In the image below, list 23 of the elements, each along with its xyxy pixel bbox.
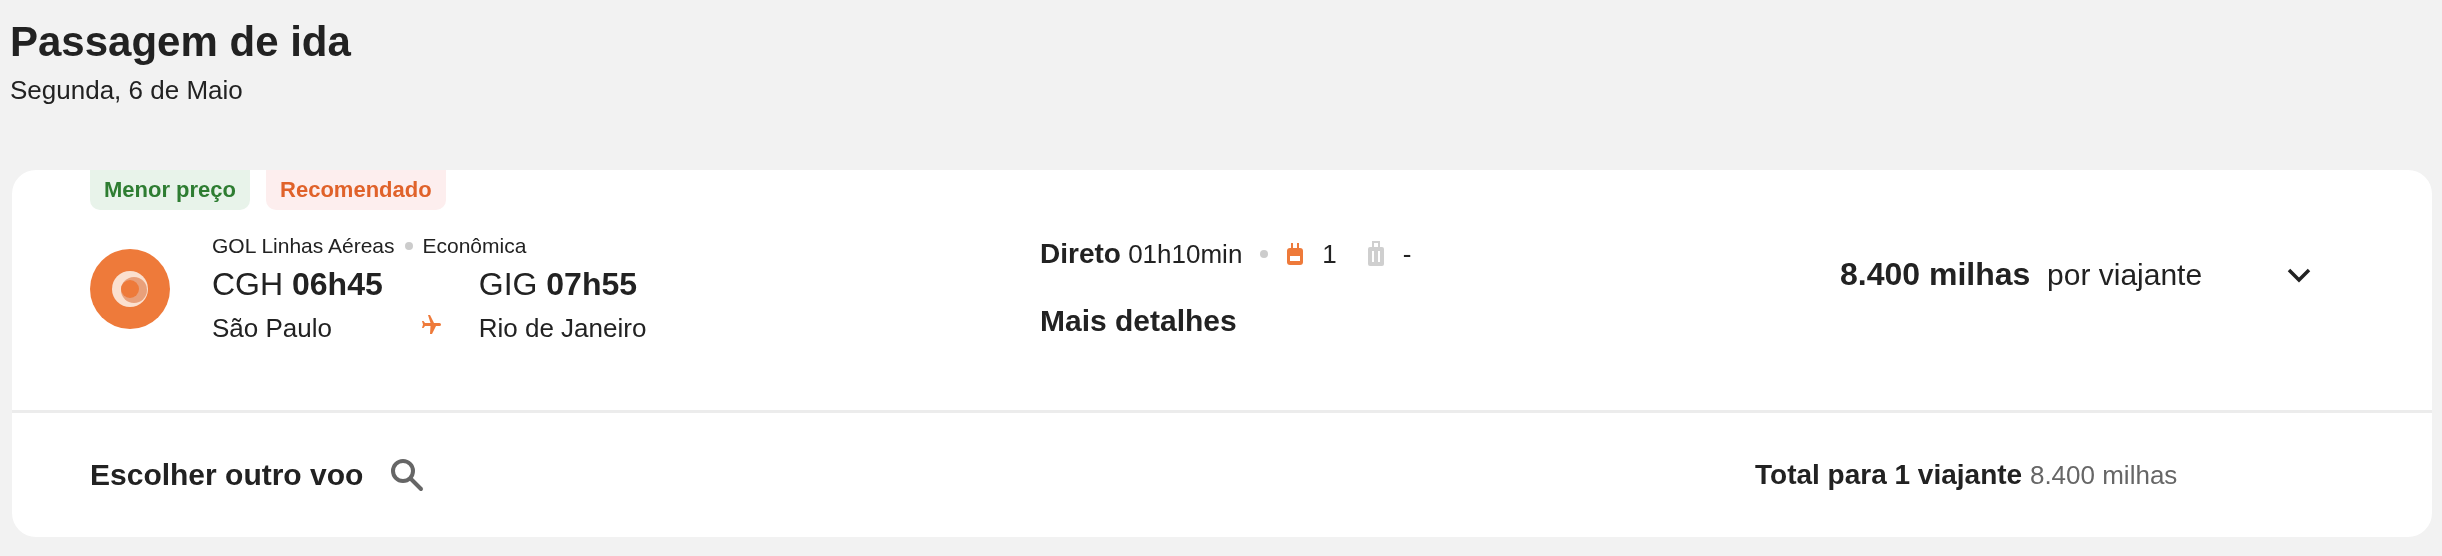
cabin-class: Econômica — [422, 234, 527, 258]
tag: Menor preço — [90, 170, 251, 210]
flight-duration: Direto 01h10min — [1040, 238, 1243, 270]
airline-name: GOL Linhas Aéreas — [212, 234, 395, 258]
arrival-city: Rio de Janeiro — [478, 313, 647, 344]
choose-other-flight-link[interactable]: Escolher outro voo — [90, 457, 1755, 493]
page-title: Passagem de ida — [10, 17, 352, 67]
tag: Recomendado — [266, 170, 446, 210]
search-icon — [389, 457, 426, 493]
airline-logo-icon — [90, 249, 170, 329]
arrival-time: GIG 07h55 — [478, 266, 639, 303]
separator-dot — [404, 242, 413, 250]
trip-total: Total para 1 viajante 8.400 milhas — [1755, 459, 2178, 491]
separator-dot — [1260, 250, 1269, 258]
departure-time: CGH 06h45 — [212, 266, 383, 303]
baggage-count: - — [1402, 238, 1412, 270]
flight-date: Segunda, 6 de Maio — [10, 74, 244, 106]
chevron-icon — [2286, 266, 2313, 283]
baggage-count: 1 — [1322, 238, 1337, 270]
details-link[interactable]: Mais detalhes — [1040, 304, 1840, 338]
departure-city: São Paulo — [212, 313, 333, 344]
expand-button[interactable] — [2286, 266, 2313, 283]
price-per-traveler: 8.400 milhas por viajante — [1840, 256, 2203, 293]
